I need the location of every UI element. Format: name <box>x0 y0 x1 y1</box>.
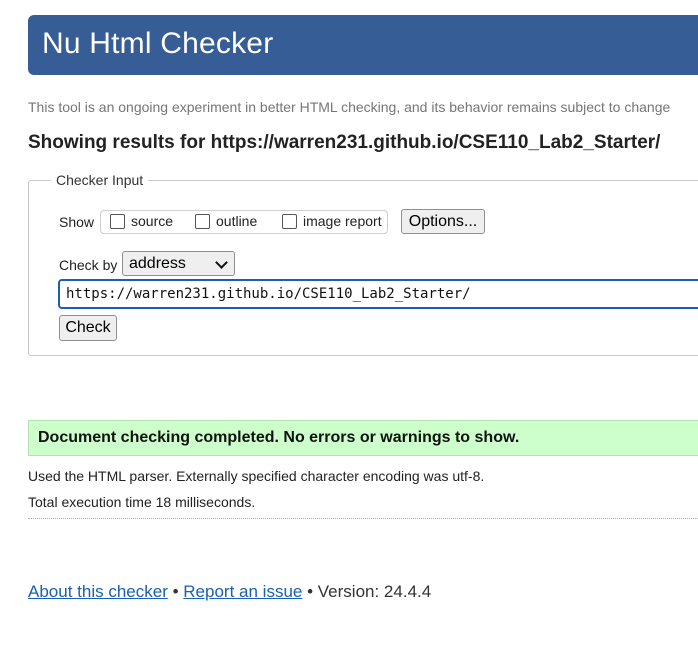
check-by-selected-value: address <box>129 255 186 272</box>
url-input[interactable]: https://warren231.github.io/CSE110_Lab2_… <box>58 279 698 309</box>
parser-info: Used the HTML parser. Externally specifi… <box>28 468 485 484</box>
source-checkbox-label: source <box>131 213 174 229</box>
check-button[interactable]: Check <box>59 315 117 341</box>
checker-input-fieldset: Checker Input Show source outline image … <box>28 172 698 356</box>
show-label: Show <box>59 214 95 230</box>
checker-input-legend: Checker Input <box>51 172 149 188</box>
image-report-checkbox-label: image report <box>303 213 382 229</box>
show-options-group: source outline image report <box>100 210 388 234</box>
check-by-label: Check by <box>59 257 118 273</box>
check-by-select[interactable]: address <box>122 251 235 276</box>
footer-separator: • <box>172 582 179 601</box>
page: Nu Html Checker This tool is an ongoing … <box>0 0 698 649</box>
report-issue-link[interactable]: Report an issue <box>183 582 302 601</box>
source-checkbox[interactable] <box>110 213 125 229</box>
divider <box>28 518 698 519</box>
options-button[interactable]: Options... <box>401 209 485 234</box>
success-message-box: Document checking completed. No errors o… <box>28 420 698 456</box>
source-checkbox-option[interactable]: source <box>110 213 173 229</box>
image-report-checkbox-option[interactable]: image report <box>282 213 382 229</box>
footer-separator: • <box>307 582 314 601</box>
chevron-down-icon <box>215 256 228 269</box>
outline-checkbox[interactable] <box>195 213 210 229</box>
header-banner: Nu Html Checker <box>28 15 698 75</box>
about-checker-link[interactable]: About this checker <box>28 582 168 601</box>
image-report-checkbox[interactable] <box>282 213 297 229</box>
page-title: Nu Html Checker <box>42 27 274 60</box>
footer: About this checker • Report an issue • V… <box>28 582 431 602</box>
outline-checkbox-label: outline <box>216 213 258 229</box>
execution-time-info: Total execution time 18 milliseconds. <box>28 494 256 510</box>
intro-text: This tool is an ongoing experiment in be… <box>28 99 671 115</box>
success-message: Document checking completed. No errors o… <box>38 429 520 446</box>
version-text: Version: 24.4.4 <box>317 582 432 601</box>
results-heading: Showing results for https://warren231.gi… <box>28 132 661 153</box>
outline-checkbox-option[interactable]: outline <box>195 213 257 229</box>
